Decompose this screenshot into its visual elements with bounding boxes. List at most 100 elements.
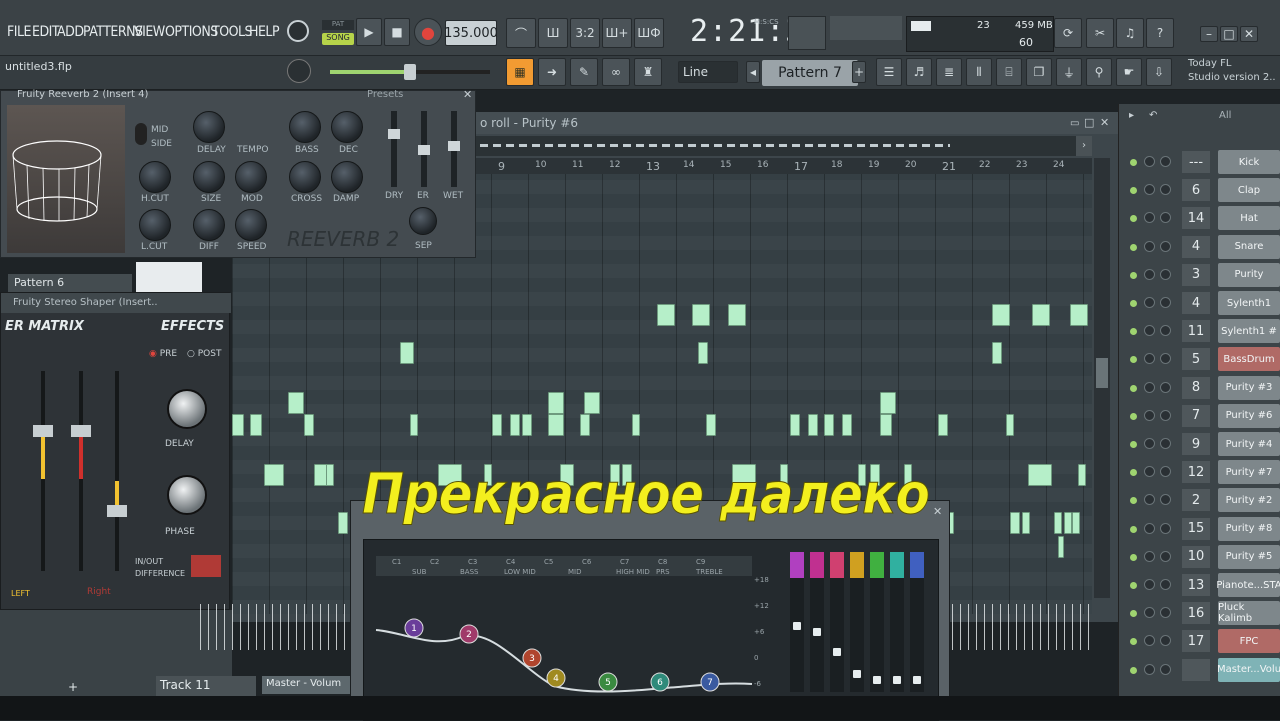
right-left-fader[interactable] xyxy=(71,371,91,571)
song-mode-button[interactable]: SONG xyxy=(322,33,354,45)
menu-help[interactable]: HELP xyxy=(249,24,280,40)
blend-notes-button[interactable]: Ш+ xyxy=(602,18,632,48)
note[interactable] xyxy=(510,414,520,436)
eq-band-fader[interactable] xyxy=(790,552,804,692)
channel-button[interactable]: Hat xyxy=(1218,206,1280,231)
cut-button[interactable]: ✂ xyxy=(1086,18,1114,48)
note[interactable] xyxy=(698,342,708,364)
eq-fader-handle[interactable] xyxy=(813,628,821,636)
channel-button[interactable]: Purity #4 xyxy=(1218,432,1280,456)
post-radio[interactable]: ○ POST xyxy=(187,349,221,359)
channel-rack-button[interactable]: ≣ xyxy=(936,58,962,86)
master-pitch-knob[interactable] xyxy=(287,59,311,83)
speed-knob[interactable] xyxy=(235,209,267,241)
note[interactable] xyxy=(548,414,564,436)
damp-knob[interactable] xyxy=(331,161,363,193)
note[interactable] xyxy=(880,392,896,414)
eq-band-node[interactable]: 6 xyxy=(650,672,670,692)
channel-mixer-track[interactable]: 7 xyxy=(1182,404,1210,427)
channel-mixer-track[interactable] xyxy=(1182,658,1210,681)
size-knob[interactable] xyxy=(193,161,225,193)
channel-mute-led[interactable] xyxy=(1130,553,1137,561)
bar-number[interactable]: 19 xyxy=(868,160,879,170)
cross-knob[interactable] xyxy=(289,161,321,193)
channel-knob[interactable] xyxy=(1144,522,1155,534)
channel-mixer-track[interactable]: 17 xyxy=(1182,630,1210,653)
note[interactable] xyxy=(1078,464,1086,486)
news-line-1[interactable]: Today FL xyxy=(1188,58,1231,69)
eq-band-fader[interactable] xyxy=(910,552,924,692)
undo-history-button[interactable]: ⟳ xyxy=(1054,18,1082,48)
note[interactable] xyxy=(992,342,1002,364)
eq-band-color-tab[interactable] xyxy=(910,552,924,578)
note[interactable] xyxy=(548,392,564,414)
minimize-button[interactable]: – xyxy=(1200,26,1218,42)
plugin-picker-button[interactable]: ❐ xyxy=(1026,58,1052,86)
eq-fader-handle[interactable] xyxy=(833,648,841,656)
channel-button[interactable]: Purity #3 xyxy=(1218,375,1280,400)
menu-options[interactable]: OPTIONS xyxy=(165,24,218,40)
delay-knob[interactable] xyxy=(193,111,225,143)
channel-mixer-track[interactable]: 5 xyxy=(1182,348,1210,371)
touch-controller-button[interactable]: ⚲ xyxy=(1086,58,1112,86)
note[interactable] xyxy=(584,392,600,414)
pat-mode-button[interactable]: PAT xyxy=(322,20,354,30)
stamp-button[interactable]: ♜ xyxy=(634,58,662,86)
channel-mixer-track[interactable]: 4 xyxy=(1182,292,1210,314)
note[interactable] xyxy=(1032,304,1050,326)
note[interactable] xyxy=(1054,512,1062,534)
fader-handle[interactable] xyxy=(71,425,91,437)
channel-knob[interactable] xyxy=(1160,663,1171,675)
bar-number[interactable]: 24 xyxy=(1053,160,1064,170)
phase-knob[interactable] xyxy=(167,475,207,515)
bar-number[interactable]: 20 xyxy=(905,160,916,170)
channel-knob[interactable] xyxy=(1144,268,1155,280)
note[interactable] xyxy=(326,464,334,486)
channel-button[interactable]: FPC xyxy=(1218,629,1280,654)
channel-mixer-track[interactable]: 8 xyxy=(1182,376,1210,399)
channel-mute-led[interactable] xyxy=(1130,159,1137,166)
piano-roll-vscroll[interactable] xyxy=(1094,158,1110,598)
channel-button[interactable]: Purity #2 xyxy=(1218,488,1280,513)
er-fader[interactable] xyxy=(418,111,430,187)
bar-number[interactable]: 16 xyxy=(757,160,768,170)
vscroll-handle[interactable] xyxy=(1096,358,1108,388)
lcut-knob[interactable] xyxy=(139,209,171,241)
menu-edit[interactable]: EDIT xyxy=(32,24,60,40)
note[interactable] xyxy=(580,414,590,436)
note[interactable] xyxy=(1058,536,1064,558)
note[interactable] xyxy=(824,414,834,436)
channel-knob[interactable] xyxy=(1144,550,1155,562)
channel-knob[interactable] xyxy=(1144,663,1155,675)
bar-number[interactable]: 10 xyxy=(535,160,546,170)
channel-mute-led[interactable] xyxy=(1130,384,1137,392)
tempo-tapper-button[interactable]: ☛ xyxy=(1116,58,1142,86)
eq-band-fader[interactable] xyxy=(810,552,824,692)
note[interactable] xyxy=(1006,414,1014,436)
rack-undo-icon[interactable]: ↶ xyxy=(1149,110,1157,121)
channel-mute-led[interactable] xyxy=(1130,300,1137,307)
channel-mixer-track[interactable]: 15 xyxy=(1182,517,1210,540)
channel-mixer-track[interactable]: 14 xyxy=(1182,207,1210,230)
note[interactable] xyxy=(842,414,852,436)
channel-mixer-track[interactable]: 11 xyxy=(1182,320,1210,343)
bass-knob[interactable] xyxy=(289,111,321,143)
mic-button[interactable]: ♫ xyxy=(1116,18,1144,48)
channel-button[interactable]: Clap xyxy=(1218,178,1280,203)
eq-band-color-tab[interactable] xyxy=(810,552,824,578)
pr-maximize-icon[interactable]: □ xyxy=(1084,116,1094,129)
eq-band-color-tab[interactable] xyxy=(830,552,844,578)
channel-mixer-track[interactable]: 2 xyxy=(1182,489,1210,512)
menu-tools[interactable]: TOOLS xyxy=(212,24,253,40)
dec-knob[interactable] xyxy=(331,111,363,143)
channel-mixer-track[interactable]: 12 xyxy=(1182,461,1210,484)
eq-band-node[interactable]: 1 xyxy=(404,618,424,638)
note[interactable] xyxy=(338,512,348,534)
eq-fader-handle[interactable] xyxy=(913,676,921,684)
note[interactable] xyxy=(632,414,640,436)
note[interactable] xyxy=(1010,512,1020,534)
record-button[interactable]: ● xyxy=(414,18,442,46)
note[interactable] xyxy=(992,304,1010,326)
channel-button[interactable]: Sylenth1 xyxy=(1218,291,1280,315)
channel-knob[interactable] xyxy=(1160,409,1171,421)
